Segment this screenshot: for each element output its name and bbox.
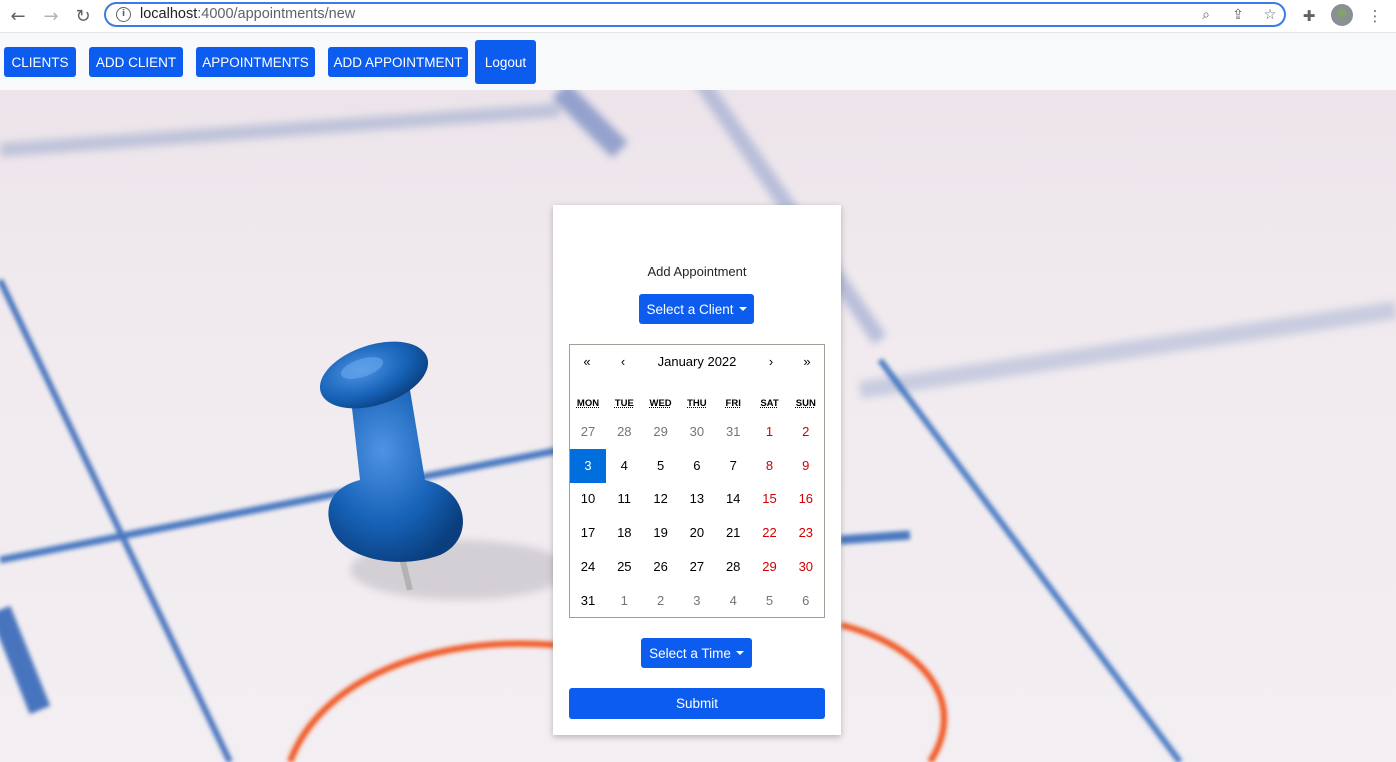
calendar-day[interactable]: 1 bbox=[606, 584, 642, 618]
add-appointment-card: Add Appointment Select a Client « ‹ Janu… bbox=[553, 205, 841, 735]
calendar-day[interactable]: 4 bbox=[606, 449, 642, 483]
app-navbar: CLIENTS ADD CLIENT APPOINTMENTS ADD APPO… bbox=[0, 33, 1396, 90]
calendar-day[interactable]: 31 bbox=[715, 415, 751, 449]
profile-avatar[interactable] bbox=[1331, 4, 1353, 26]
calendar-day[interactable]: 25 bbox=[606, 550, 642, 584]
calendar-day[interactable]: 27 bbox=[679, 550, 715, 584]
calendar-day[interactable]: 24 bbox=[570, 550, 606, 584]
select-time-label: Select a Time bbox=[649, 645, 731, 661]
calendar-day[interactable]: 29 bbox=[752, 550, 788, 584]
weekday-header: SUN bbox=[795, 398, 816, 409]
calendar-day[interactable]: 2 bbox=[788, 415, 824, 449]
caret-down-icon bbox=[738, 307, 747, 311]
month-label[interactable]: January 2022 bbox=[642, 345, 752, 379]
calendar-day[interactable]: 23 bbox=[788, 516, 824, 550]
nav-appointments-button[interactable]: APPOINTMENTS bbox=[196, 47, 315, 77]
calendar-day[interactable]: 27 bbox=[570, 415, 606, 449]
calendar-day[interactable]: 11 bbox=[606, 482, 642, 516]
prev-month-button[interactable]: ‹ bbox=[606, 345, 640, 379]
select-client-label: Select a Client bbox=[646, 301, 734, 317]
nav-clients-button[interactable]: CLIENTS bbox=[4, 47, 76, 77]
calendar-day[interactable]: 31 bbox=[570, 584, 606, 618]
reload-icon[interactable]: ↻ bbox=[72, 5, 94, 27]
weekday-header: MON bbox=[576, 398, 600, 409]
calendar-day[interactable]: 2 bbox=[643, 584, 679, 618]
prev-year-button[interactable]: « bbox=[570, 345, 604, 379]
calendar-day[interactable]: 7 bbox=[715, 449, 751, 483]
share-icon[interactable]: ⇪ bbox=[1228, 5, 1248, 25]
calendar-day[interactable]: 20 bbox=[679, 516, 715, 550]
calendar-day[interactable]: 8 bbox=[752, 449, 788, 483]
submit-button[interactable]: Submit bbox=[569, 688, 825, 719]
caret-down-icon bbox=[735, 651, 744, 655]
address-url[interactable]: localhost:4000/appointments/new bbox=[140, 6, 355, 22]
calendar-day[interactable]: 21 bbox=[715, 516, 751, 550]
next-month-button[interactable]: › bbox=[754, 345, 788, 379]
nav-add-appointment-button[interactable]: ADD APPOINTMENT bbox=[328, 47, 468, 77]
calendar-day[interactable]: 5 bbox=[643, 449, 679, 483]
calendar-day[interactable]: 30 bbox=[788, 550, 824, 584]
form-title: Add Appointment bbox=[647, 264, 747, 279]
nav-logout-button[interactable]: Logout bbox=[475, 40, 536, 84]
calendar-day[interactable]: 1 bbox=[752, 415, 788, 449]
weekday-header: TUE bbox=[614, 398, 634, 409]
select-time-dropdown[interactable]: Select a Time bbox=[641, 638, 752, 668]
calendar-day[interactable]: 4 bbox=[715, 584, 751, 618]
browser-toolbar: ← → ↻ i localhost:4000/appointments/new … bbox=[0, 0, 1396, 33]
forward-icon[interactable]: → bbox=[40, 5, 62, 27]
back-icon[interactable]: ← bbox=[7, 5, 29, 27]
calendar-day[interactable]: 18 bbox=[606, 516, 642, 550]
site-info-icon[interactable]: i bbox=[116, 7, 131, 22]
calendar-day[interactable]: 14 bbox=[715, 482, 751, 516]
address-bar[interactable]: i localhost:4000/appointments/new ⌕ ⇪ ☆ bbox=[104, 2, 1286, 27]
calendar-day[interactable]: 9 bbox=[788, 449, 824, 483]
calendar-day[interactable]: 26 bbox=[643, 550, 679, 584]
calendar-day[interactable]: 29 bbox=[643, 415, 679, 449]
zoom-icon[interactable]: ⌕ bbox=[1196, 5, 1216, 25]
extensions-puzzle-icon[interactable]: ✚ bbox=[1298, 5, 1320, 27]
calendar-day[interactable]: 12 bbox=[643, 482, 679, 516]
calendar-day[interactable]: 3 bbox=[679, 584, 715, 618]
calendar-day[interactable]: 6 bbox=[679, 449, 715, 483]
calendar-day[interactable]: 22 bbox=[752, 516, 788, 550]
calendar-day[interactable]: 17 bbox=[570, 516, 606, 550]
weekday-header: WED bbox=[649, 398, 672, 409]
menu-kebab-icon[interactable]: ⋮ bbox=[1364, 5, 1386, 27]
weekday-header: FRI bbox=[725, 398, 741, 409]
calendar-day[interactable]: 5 bbox=[752, 584, 788, 618]
calendar-day[interactable]: 28 bbox=[606, 415, 642, 449]
calendar: « ‹ January 2022 › » MON TUE WED THU FRI SAT S… bbox=[569, 344, 825, 618]
calendar-day[interactable]: 19 bbox=[643, 516, 679, 550]
url-host: localhost bbox=[140, 6, 198, 22]
calendar-day[interactable]: 28 bbox=[715, 550, 751, 584]
bookmark-star-icon[interactable]: ☆ bbox=[1260, 5, 1280, 25]
select-client-dropdown[interactable]: Select a Client bbox=[639, 294, 754, 324]
calendar-day[interactable]: 6 bbox=[788, 584, 824, 618]
calendar-day[interactable]: 16 bbox=[788, 482, 824, 516]
weekday-header: SAT bbox=[760, 398, 779, 409]
url-path: :4000/appointments/new bbox=[197, 6, 356, 22]
calendar-day[interactable]: 15 bbox=[752, 482, 788, 516]
nav-add-client-button[interactable]: ADD CLIENT bbox=[89, 47, 183, 77]
calendar-day[interactable]: 3 bbox=[570, 448, 606, 483]
calendar-day[interactable]: 30 bbox=[679, 415, 715, 449]
calendar-day[interactable]: 10 bbox=[570, 482, 606, 516]
next-year-button[interactable]: » bbox=[790, 345, 824, 379]
weekday-header: THU bbox=[687, 398, 707, 409]
calendar-day[interactable]: 13 bbox=[679, 482, 715, 516]
